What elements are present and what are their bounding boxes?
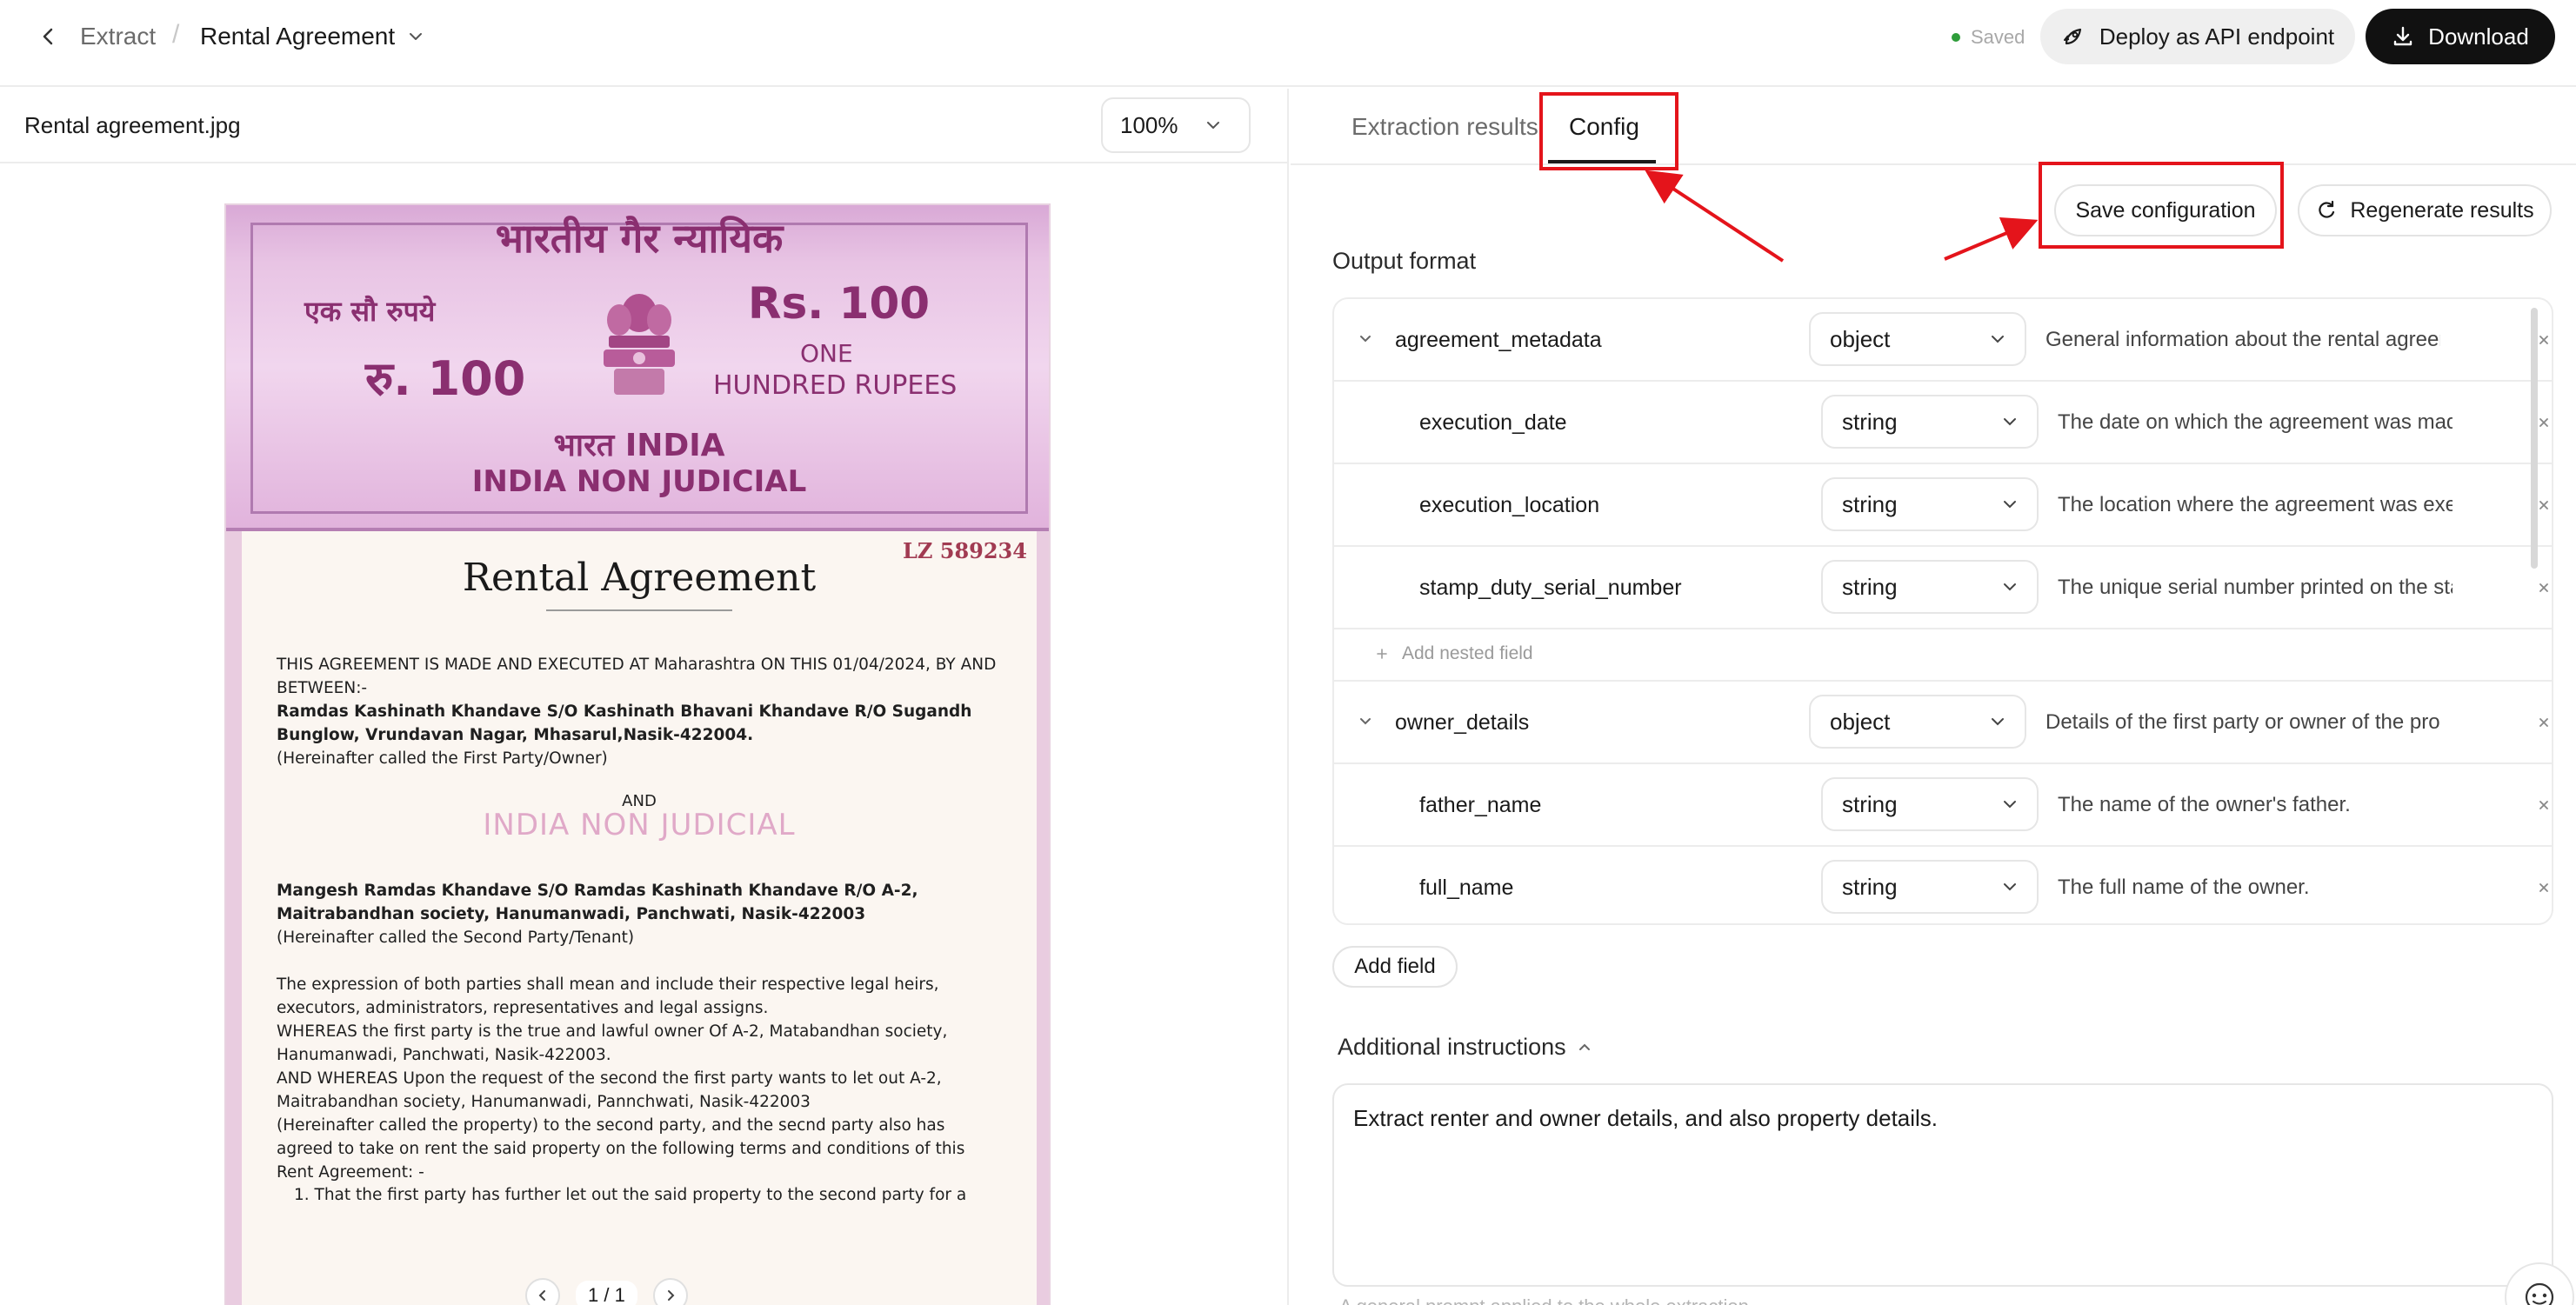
arrow-to-save-configuration xyxy=(1944,216,2039,261)
annotation-arrows xyxy=(1645,170,2039,263)
arrow-to-config-tab xyxy=(1645,170,1785,263)
